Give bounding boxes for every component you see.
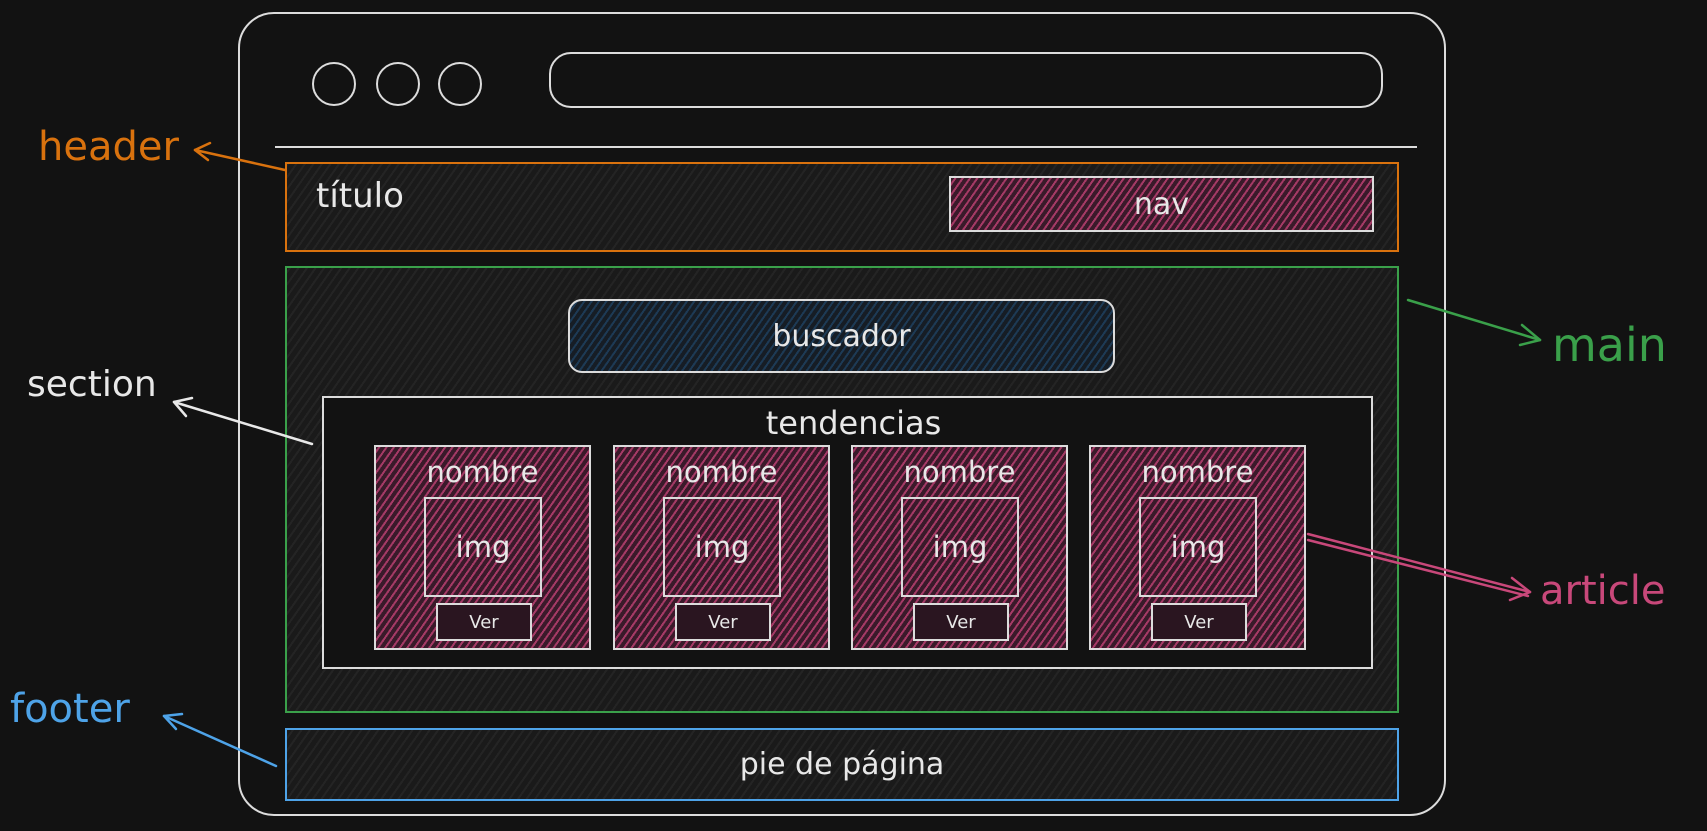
arrow-footer [162, 712, 278, 768]
arrow-section [172, 396, 314, 446]
arrow-main [1406, 298, 1542, 347]
annotation-arrows [162, 141, 1542, 768]
arrow-header [193, 141, 287, 172]
arrow-article [1306, 532, 1532, 602]
